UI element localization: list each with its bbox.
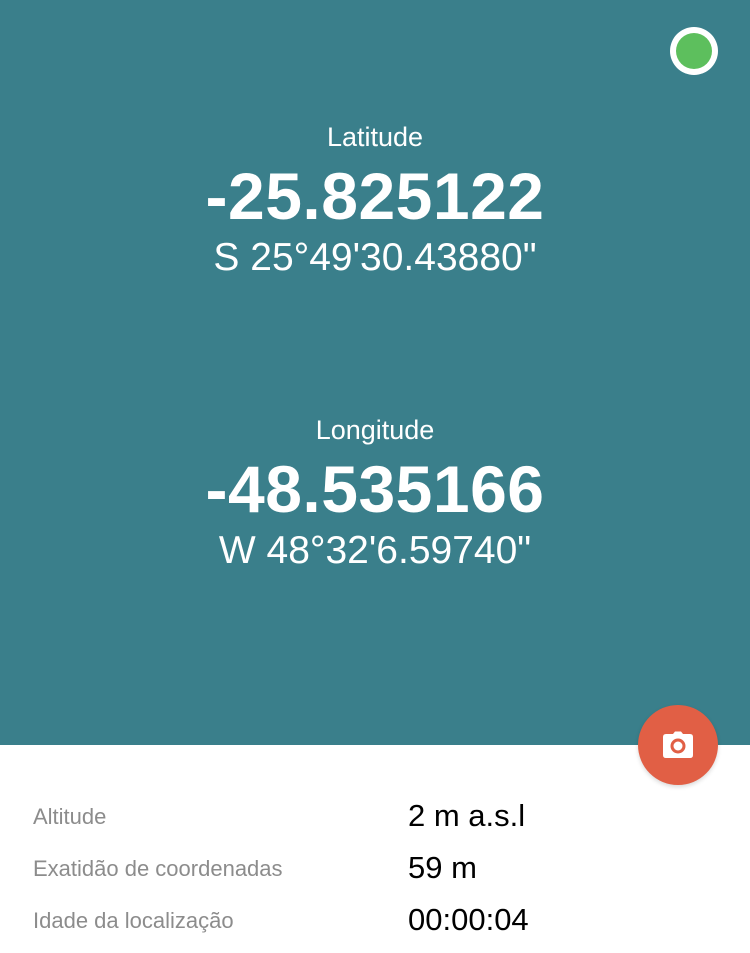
info-row-accuracy: Exatidão de coordenadas 59 m [0, 842, 750, 894]
status-dot-icon [676, 33, 712, 69]
longitude-dms-value: W 48°32'6.59740" [218, 529, 532, 572]
camera-button[interactable] [638, 705, 718, 785]
latitude-dms-value: S 25°49'30.43880" [213, 236, 537, 279]
location-age-label: Idade da localização [33, 908, 234, 933]
info-row-location-age: Idade da localização 00:00:04 [0, 894, 750, 946]
altitude-value: 2 m a.s.l [408, 798, 526, 833]
accuracy-label: Exatidão de coordenadas [33, 856, 283, 881]
location-age-value: 00:00:04 [408, 902, 529, 937]
camera-icon [663, 731, 693, 758]
altitude-label: Altitude [33, 804, 107, 829]
latitude-block: Latitude -25.825122 S 25°49'30.43880" [0, 120, 750, 282]
accuracy-value: 59 m [408, 850, 477, 885]
longitude-label: Longitude [315, 415, 435, 445]
longitude-block: Longitude -48.535166 W 48°32'6.59740" [0, 413, 750, 575]
coordinates-panel: Latitude -25.825122 S 25°49'30.43880" Lo… [0, 0, 750, 745]
location-info-table: Altitude 2 m a.s.l Exatidão de coordenad… [0, 790, 750, 946]
latitude-decimal-value: -25.825122 [205, 159, 545, 233]
gps-status-indicator [670, 27, 718, 75]
longitude-decimal-value: -48.535166 [205, 452, 545, 526]
info-row-altitude: Altitude 2 m a.s.l [0, 790, 750, 842]
latitude-label: Latitude [326, 122, 424, 152]
